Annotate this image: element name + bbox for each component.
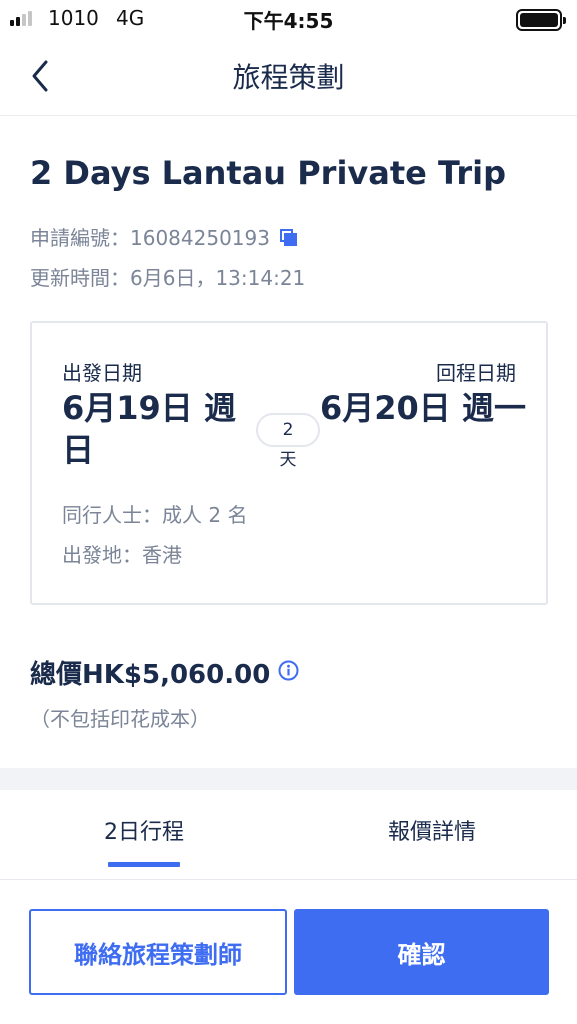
updated-time: 更新時間：6月6日，13:14:21 bbox=[30, 266, 306, 290]
days-count-badge: 2 bbox=[256, 413, 320, 447]
reference-number: 申請編號：16084250193 bbox=[30, 226, 270, 250]
contact-planner-button[interactable]: 聯絡旅程策劃師 bbox=[29, 909, 287, 995]
total-price: 總價HK$5,060.00 bbox=[30, 660, 271, 690]
battery-icon bbox=[516, 9, 566, 31]
active-tab-indicator bbox=[108, 862, 180, 867]
departure-date: 6月19日 週日 bbox=[62, 389, 236, 469]
companions-info: 同行人士：成人 2 名 bbox=[62, 503, 248, 527]
tab-quote-details[interactable]: 報價詳情 bbox=[288, 814, 576, 846]
price-note: （不包括印花成本） bbox=[30, 707, 210, 731]
departure-origin: 出發地：香港 bbox=[62, 543, 182, 567]
footer-divider bbox=[0, 879, 577, 880]
chevron-left-icon bbox=[32, 60, 48, 92]
date-card: 出發日期 回程日期 6月19日 週日 6月20日 週一 2 天 同行人士：成人 … bbox=[30, 321, 548, 605]
return-label: 回程日期 bbox=[436, 361, 516, 385]
info-icon[interactable] bbox=[278, 660, 299, 681]
page-title: 旅程策劃 bbox=[232, 61, 345, 94]
tab-itinerary[interactable]: 2日行程 bbox=[0, 814, 288, 846]
section-divider bbox=[0, 768, 577, 790]
return-date: 6月20日 週一 bbox=[320, 389, 526, 427]
days-unit: 天 bbox=[279, 450, 297, 470]
confirm-button[interactable]: 確認 bbox=[294, 909, 549, 995]
copy-icon[interactable] bbox=[278, 227, 298, 247]
departure-label: 出發日期 bbox=[62, 361, 142, 385]
reference-number-row: 申請編號：16084250193 bbox=[30, 222, 298, 251]
status-bar: 1010 4G 下午4:55 bbox=[0, 0, 577, 38]
back-button[interactable] bbox=[22, 56, 62, 96]
trip-title: 2 Days Lantau Private Trip bbox=[30, 154, 506, 192]
nav-bar: 旅程策劃 bbox=[0, 38, 577, 116]
status-time: 下午4:55 bbox=[243, 9, 334, 33]
